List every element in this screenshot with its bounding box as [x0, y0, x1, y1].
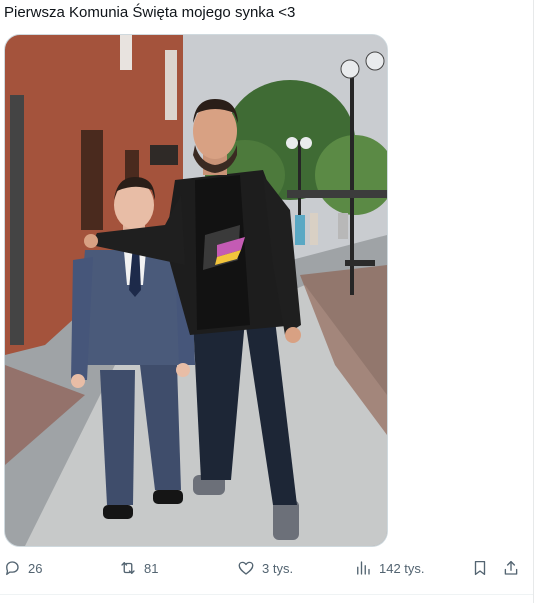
tweet-bottom-divider	[0, 594, 533, 595]
retweet-button[interactable]: 81	[119, 556, 158, 580]
like-button[interactable]: 3 tys.	[237, 556, 293, 580]
pedestrian	[295, 215, 305, 245]
window	[81, 130, 103, 230]
reply-icon	[6, 561, 19, 576]
share-button[interactable]	[502, 556, 520, 580]
reply-button[interactable]: 26	[3, 556, 42, 580]
bookmark-icon	[474, 560, 486, 576]
reply-count: 26	[28, 560, 43, 576]
heart-icon	[238, 561, 254, 575]
share-icon	[504, 560, 518, 575]
views-button[interactable]: 142 tys.	[354, 556, 425, 580]
like-count: 3 tys.	[262, 560, 294, 576]
tweet-action-bar: 26 81 3 tys. 142 tys.	[0, 556, 533, 580]
views-count: 142 tys.	[379, 560, 425, 576]
drain-pipe	[10, 95, 24, 345]
photo-illustration	[5, 35, 387, 546]
bench	[345, 260, 375, 266]
column-divider	[533, 0, 534, 603]
retweet-count: 81	[144, 560, 159, 576]
bookmark-button[interactable]	[471, 556, 489, 580]
retweet-icon	[121, 562, 135, 574]
tweet-text: Pierwsza Komunia Święta mojego synka <3	[4, 4, 296, 21]
views-chart-icon	[357, 561, 370, 575]
tweet-photo[interactable]	[4, 34, 388, 547]
